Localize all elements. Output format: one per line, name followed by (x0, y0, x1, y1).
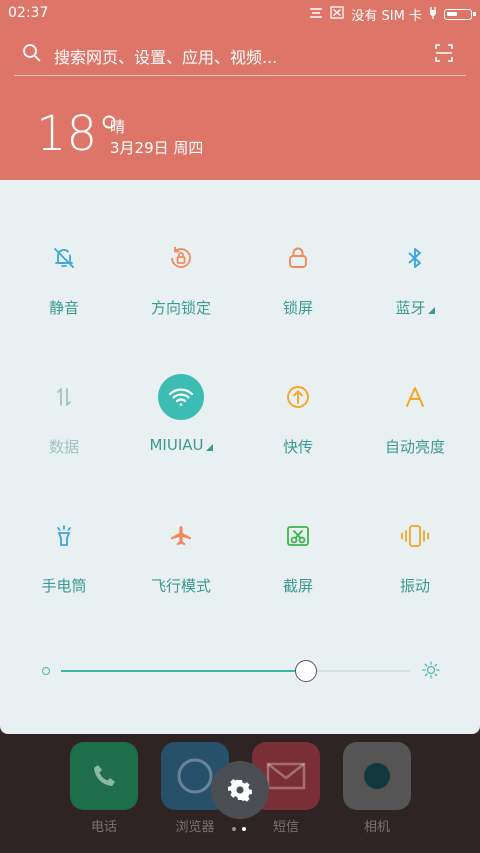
bell-off-icon (41, 235, 87, 281)
weather-widget[interactable]: 18° 晴 3月29日 周四 (36, 106, 203, 162)
mobile-data-icon (41, 374, 87, 420)
search-icon (22, 43, 42, 67)
toggle-label: 截屏 (282, 577, 313, 595)
camera-icon (364, 763, 390, 789)
toggle-bluetooth[interactable]: 蓝牙 (355, 235, 475, 318)
toggle-label: MIUIAU (121, 436, 241, 454)
page-indicator (232, 827, 246, 831)
toggle-label: 自动亮度 (384, 438, 445, 456)
toggle-mobile-data[interactable]: 数据 (4, 374, 124, 457)
page-dot-active (242, 827, 246, 831)
app-phone[interactable] (70, 742, 138, 810)
fast-transfer-icon (275, 374, 321, 420)
wifi-icon (158, 374, 204, 420)
airplane-icon (158, 513, 204, 559)
battery-icon (444, 9, 476, 20)
screenshot-icon (275, 513, 321, 559)
app-camera[interactable] (343, 742, 411, 810)
brightness-thumb[interactable] (295, 660, 318, 682)
toggle-silent[interactable]: 静音 (4, 235, 124, 318)
toggle-label: 方向锁定 (150, 299, 211, 317)
toggle-flashlight[interactable]: 手电筒 (4, 513, 124, 596)
weather-date: 3月29日 周四 (110, 139, 204, 157)
header-background: 02:37 没有 SIM 卡 搜索网页、设置、应用、视频... 18° 晴 3月… (0, 0, 480, 180)
auto-brightness-icon (392, 374, 438, 420)
search-placeholder: 搜索网页、设置、应用、视频... (54, 48, 278, 67)
charging-plug-icon (429, 6, 437, 24)
vibrate-icon (392, 513, 438, 559)
toggle-fast-transfer[interactable]: 快传 (238, 374, 358, 457)
toggle-label: 锁屏 (282, 299, 313, 317)
toggle-wifi[interactable]: MIUIAU (121, 374, 241, 454)
rotation-lock-icon (158, 235, 204, 281)
settings-button[interactable] (211, 761, 269, 819)
toggle-airplane[interactable]: 飞行模式 (121, 513, 241, 596)
gear-icon (228, 779, 252, 802)
toggle-label: 蓝牙 (355, 297, 475, 318)
toggle-label: 振动 (399, 577, 430, 595)
scan-icon[interactable] (434, 43, 454, 67)
page-dot (232, 827, 236, 831)
phone-icon (94, 765, 115, 786)
toggle-lock-screen[interactable]: 锁屏 (238, 235, 358, 318)
dock-label: 相机 (363, 820, 390, 835)
toggle-vibrate[interactable]: 振动 (355, 513, 475, 596)
dock-label: 短信 (272, 820, 299, 835)
toggle-label: 数据 (48, 438, 79, 456)
brightness-high-icon (422, 661, 440, 683)
no-sim-text: 没有 SIM 卡 (351, 9, 422, 24)
dock-label: 电话 (90, 820, 117, 835)
notification-list-icon (309, 7, 323, 23)
search-bar[interactable]: 搜索网页、设置、应用、视频... (14, 33, 466, 76)
toggle-auto-brightness[interactable]: 自动亮度 (355, 374, 475, 457)
toggle-label: 飞行模式 (150, 577, 211, 595)
dock-label: 浏览器 (175, 820, 215, 835)
brightness-low-icon (42, 667, 50, 675)
brightness-fill (61, 670, 306, 672)
lock-icon (275, 235, 321, 281)
toggle-label: 手电筒 (41, 577, 87, 595)
weather-condition: 晴 (110, 118, 126, 136)
toggle-rotation-lock[interactable]: 方向锁定 (121, 235, 241, 318)
status-icons: 没有 SIM 卡 (309, 5, 476, 24)
flashlight-icon (41, 513, 87, 559)
quick-settings-panel: 静音 方向锁定 锁屏 蓝牙 数据 MIUIAU 快传 自动亮度 手电筒 飞行模式… (0, 180, 480, 734)
status-time: 02:37 (8, 5, 49, 21)
message-icon (266, 762, 306, 790)
status-bar: 02:37 没有 SIM 卡 (0, 0, 480, 28)
toggle-screenshot[interactable]: 截屏 (238, 513, 358, 596)
bluetooth-icon (392, 235, 438, 281)
toggle-label: 静音 (48, 299, 79, 317)
browser-icon (177, 758, 213, 794)
weather-temperature: 18° (36, 106, 122, 162)
brightness-slider[interactable] (40, 660, 440, 682)
toggle-label: 快传 (282, 438, 313, 456)
no-sim-box-icon (330, 6, 345, 23)
